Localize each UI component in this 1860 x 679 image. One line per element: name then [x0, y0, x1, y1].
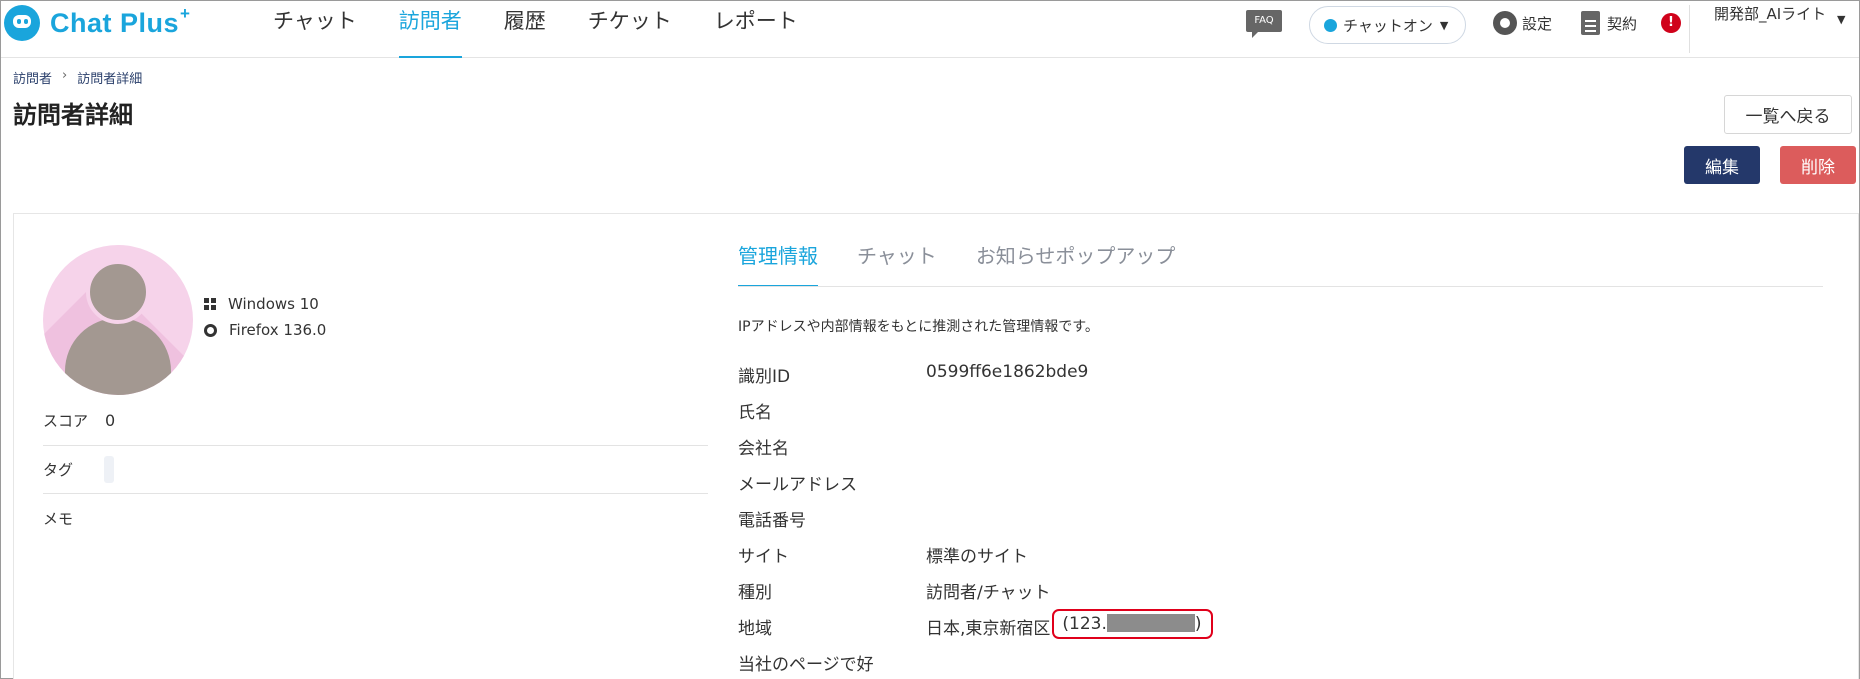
chat-status-dropdown[interactable]: チャットオン ▼: [1309, 6, 1466, 44]
field-value: 標準のサイト: [926, 547, 1028, 567]
tab-management-info[interactable]: 管理情報: [738, 240, 818, 287]
field-favorite-page: 当社のページで好: [738, 650, 1818, 679]
field-phone: 電話番号: [738, 506, 1818, 536]
divider: [43, 445, 708, 446]
browser-info: Firefox 136.0: [204, 321, 326, 339]
edit-button[interactable]: 編集: [1684, 146, 1760, 184]
nav-reports[interactable]: レポート: [714, 1, 798, 58]
breadcrumb-visitors-link[interactable]: 訪問者: [13, 68, 52, 87]
settings-link[interactable]: 設定: [1493, 11, 1552, 35]
memo-row: メモ: [43, 508, 708, 529]
chat-plus-logo[interactable]: Chat Plus+: [4, 3, 191, 41]
tag-input[interactable]: [104, 456, 114, 483]
field-value: 日本,東京新宿区 (123.): [926, 609, 1213, 644]
nav-history[interactable]: 履歴: [504, 1, 546, 58]
settings-label: 設定: [1522, 14, 1553, 33]
logo-text: Chat Plus+: [50, 3, 191, 38]
contract-link[interactable]: 契約: [1581, 11, 1637, 35]
divider: [43, 493, 708, 494]
field-label: 当社のページで好: [738, 655, 874, 675]
field-label: 地域: [738, 619, 772, 639]
top-header: Chat Plus+ チャット 訪問者 履歴 チケット レポート FAQ チャッ…: [1, 1, 1859, 58]
memo-label: メモ: [43, 510, 74, 528]
faq-icon[interactable]: FAQ: [1246, 10, 1282, 38]
status-dot-icon: [1324, 18, 1337, 32]
nav-chat[interactable]: チャット: [273, 1, 357, 58]
detail-tabs: 管理情報 チャット お知らせポップアップ: [738, 240, 1214, 287]
region-text: 日本,東京新宿区: [926, 619, 1051, 639]
ip-suffix: ): [1194, 614, 1202, 634]
ip-address-highlight: (123.): [1052, 609, 1213, 639]
field-label: メールアドレス: [738, 475, 857, 495]
field-label: 電話番号: [738, 511, 806, 531]
field-value: 0599ff6e1862bde9: [926, 362, 1089, 382]
user-chevron-down-icon[interactable]: ▼: [1837, 13, 1845, 26]
os-label: Windows 10: [228, 295, 319, 313]
tag-row: タグ: [43, 459, 708, 480]
user-menu[interactable]: 開発部_AIライト: [1714, 3, 1834, 25]
score-row: スコア 0: [43, 410, 708, 431]
tag-label: タグ: [43, 461, 74, 479]
page-title: 訪問者詳細: [13, 101, 133, 129]
contract-label: 契約: [1607, 14, 1638, 33]
breadcrumb: 訪問者 › 訪問者詳細: [13, 68, 142, 87]
ip-prefix: (123.: [1062, 614, 1107, 634]
score-value: 0: [105, 411, 116, 430]
tabs-divider: [738, 286, 1823, 287]
firefox-icon: [204, 323, 217, 337]
header-divider: [1689, 5, 1690, 53]
field-region: 地域 日本,東京新宿区 (123.): [738, 609, 1818, 644]
alert-icon[interactable]: !: [1661, 13, 1681, 33]
field-type: 種別 訪問者/チャット: [738, 578, 1818, 608]
document-icon: [1581, 11, 1600, 35]
field-name: 氏名: [738, 398, 1818, 428]
back-to-list-button[interactable]: 一覧へ戻る: [1724, 95, 1852, 134]
breadcrumb-separator: ›: [62, 68, 68, 83]
delete-button[interactable]: 削除: [1780, 146, 1856, 184]
avatar: [43, 245, 193, 395]
nav-visitors[interactable]: 訪問者: [398, 1, 462, 58]
browser-label: Firefox 136.0: [229, 321, 327, 339]
score-label: スコア: [43, 412, 89, 430]
gear-icon: [1493, 11, 1517, 35]
masked-ip-block: [1106, 614, 1195, 632]
field-site: サイト 標準のサイト: [738, 542, 1818, 572]
nav-tickets[interactable]: チケット: [588, 1, 672, 58]
field-label: 種別: [738, 583, 772, 603]
tab-notification-popup[interactable]: お知らせポップアップ: [976, 240, 1176, 287]
tab-chat[interactable]: チャット: [857, 240, 937, 287]
field-label: 氏名: [738, 403, 772, 423]
windows-icon: [204, 298, 216, 310]
field-label: サイト: [738, 547, 789, 567]
field-label: 識別ID: [738, 367, 791, 387]
field-visitor-id: 識別ID 0599ff6e1862bde9: [738, 362, 1818, 392]
os-info: Windows 10: [204, 295, 319, 313]
field-label: 会社名: [738, 439, 789, 459]
info-note: IPアドレスや内部情報をもとに推測された管理情報です。: [738, 319, 1099, 335]
chat-bubble-logo-icon: [4, 5, 40, 41]
field-company: 会社名: [738, 434, 1818, 464]
field-email: メールアドレス: [738, 470, 1818, 500]
chat-status-label: チャットオン: [1343, 16, 1433, 35]
chevron-down-icon: ▼: [1439, 18, 1449, 32]
main-nav: チャット 訪問者 履歴 チケット レポート: [273, 1, 840, 58]
field-value: 訪問者/チャット: [926, 583, 1051, 603]
breadcrumb-current: 訪問者詳細: [77, 72, 143, 87]
